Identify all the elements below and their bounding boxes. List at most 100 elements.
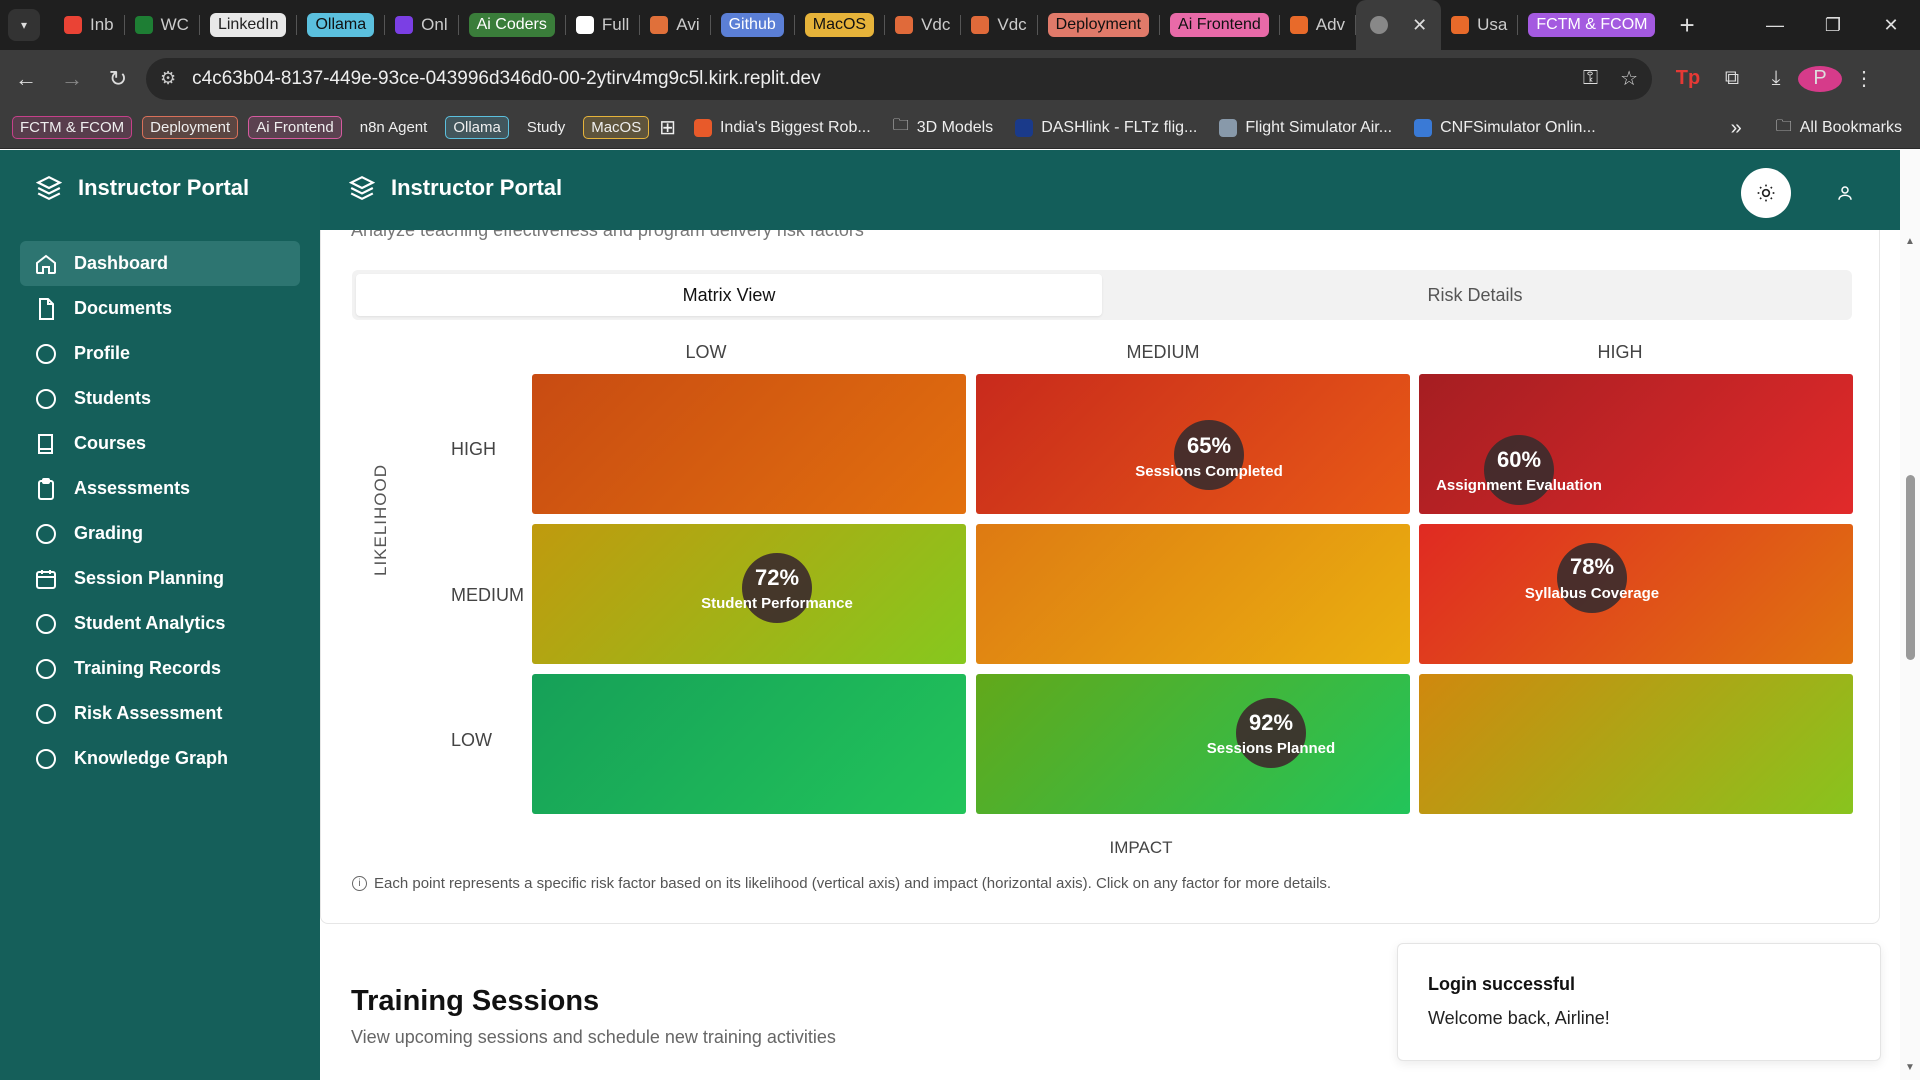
new-tab-button[interactable]: + <box>1679 10 1694 41</box>
tab-favicon-icon <box>395 16 414 34</box>
more-bookmarks-icon[interactable]: » <box>1731 117 1742 140</box>
bookmark-chip[interactable]: n8n Agent <box>352 116 436 139</box>
browser-tab[interactable]: Full <box>566 0 639 50</box>
header-brand[interactable]: Instructor Portal <box>349 175 562 201</box>
tab-favicon-icon <box>575 16 594 34</box>
browser-tab[interactable]: Usa <box>1441 0 1517 50</box>
address-bar[interactable]: ⚙ c4c63b04-8137-449e-93ce-043996d346d0-0… <box>146 57 1652 100</box>
matrix-footnote: i Each point represents a specific risk … <box>352 875 1331 892</box>
header-title: Instructor Portal <box>391 175 563 200</box>
all-bookmarks-link[interactable]: All Bookmarks <box>1800 119 1902 137</box>
bookmark-label: DASHlink - FLTz flig... <box>1041 118 1198 136</box>
scrollbar-thumb[interactable] <box>1906 475 1915 660</box>
risk-point-label: Student Performance <box>701 595 853 612</box>
browser-tab[interactable]: Adv <box>1280 0 1355 50</box>
sidebar-item-students[interactable]: Students <box>20 376 300 421</box>
matrix-cell-low-high[interactable] <box>1419 674 1853 814</box>
tab-risk-details[interactable]: Risk Details <box>1102 274 1848 316</box>
app-root: Instructor Portal Dashboard Documents Prof… <box>0 150 1920 1080</box>
browser-tab[interactable]: Avi <box>640 0 709 50</box>
profile-avatar[interactable]: P <box>1798 65 1842 92</box>
browser-tab[interactable]: Ai Frontend <box>1160 0 1279 50</box>
bookmark-link[interactable]: Flight Simulator Air... <box>1219 118 1392 137</box>
sidebar-item-label: Dashboard <box>74 253 169 273</box>
globe-icon <box>1370 16 1389 34</box>
scroll-down-arrow[interactable]: ▼ <box>1905 1062 1915 1073</box>
site-info-icon[interactable]: ⚙ <box>160 68 176 89</box>
minimize-button[interactable]: — <box>1746 0 1804 50</box>
tab-favicon-icon <box>971 16 990 34</box>
tab-label: Inb <box>90 15 114 34</box>
extensions-icon[interactable]: ⧉ <box>1710 67 1754 90</box>
user-menu-button[interactable] <box>1830 168 1860 218</box>
tab-search-button[interactable]: ▾ <box>8 9 40 41</box>
sidebar-item-courses[interactable]: Courses <box>20 421 300 466</box>
login-toast[interactable]: Login successful Welcome back, Airline! <box>1397 943 1881 1061</box>
circle-icon <box>36 523 56 544</box>
sidebar-item-training-records[interactable]: Training Records <box>20 646 300 691</box>
sidebar-item-grading[interactable]: Grading <box>20 511 300 556</box>
matrix-cell-medium-medium[interactable] <box>976 524 1410 664</box>
document-icon <box>39 297 54 320</box>
sidebar-item-student-analytics[interactable]: Student Analytics <box>20 601 300 646</box>
browser-tab[interactable]: MacOS <box>795 0 884 50</box>
bookmark-label: n8n Agent <box>359 119 428 136</box>
browser-tab[interactable]: Inb <box>54 0 124 50</box>
browser-tab[interactable]: Onl <box>385 0 457 50</box>
sidebar-item-session-planning[interactable]: Session Planning <box>20 556 300 601</box>
url-text[interactable]: c4c63b04-8137-449e-93ce-043996d346d0-00-… <box>192 68 1561 90</box>
tab-favicon-icon <box>134 16 153 34</box>
matrix-cell-high-low[interactable] <box>532 374 966 514</box>
tab-label: Ollama <box>307 13 375 37</box>
theme-toggle-button[interactable] <box>1741 168 1791 218</box>
bookmark-chip[interactable]: Study <box>519 116 573 139</box>
sidebar-item-knowledge-graph[interactable]: Knowledge Graph <box>20 736 300 781</box>
bookmark-chip[interactable]: Ai Frontend <box>248 116 342 139</box>
toast-title: Login successful <box>1428 974 1576 994</box>
bookmark-link[interactable]: DASHlink - FLTz flig... <box>1015 118 1198 137</box>
bookmark-chip[interactable]: FCTM & FCOM <box>12 116 133 139</box>
sidebar-item-assessments[interactable]: Assessments <box>20 466 300 511</box>
sidebar-item-documents[interactable]: Documents <box>20 286 300 331</box>
forward-button[interactable]: → <box>52 59 92 99</box>
bookmark-chip[interactable]: Ollama <box>445 116 509 139</box>
sidebar-item-label: Documents <box>74 298 173 318</box>
bookmark-link[interactable]: 🗀 3D Models <box>893 114 994 141</box>
close-tab-icon[interactable]: ✕ <box>1412 15 1427 36</box>
sidebar-brand[interactable]: Instructor Portal <box>36 175 249 201</box>
browser-tab[interactable]: FCTM & FCOM <box>1518 0 1665 50</box>
matrix-cell-low-low[interactable] <box>532 674 966 814</box>
sidebar-item-profile[interactable]: Profile <box>20 331 300 376</box>
bookmark-star-icon[interactable]: ☆ <box>1620 66 1638 91</box>
risk-point-pct: 72% <box>754 565 800 590</box>
back-button[interactable]: ← <box>6 59 46 99</box>
apps-grid-icon[interactable]: ⊞ <box>659 115 676 140</box>
tab-matrix-view[interactable]: Matrix View <box>356 274 1102 316</box>
browser-tab[interactable]: Vdc <box>885 0 960 50</box>
browser-tab[interactable]: Deployment <box>1038 0 1159 50</box>
active-browser-tab[interactable]: ✕ <box>1356 0 1442 50</box>
browser-menu-icon[interactable]: ⋮ <box>1842 66 1886 91</box>
reload-button[interactable]: ↻ <box>98 59 138 99</box>
browser-tab[interactable]: LinkedIn <box>200 0 297 50</box>
close-window-button[interactable]: ✕ <box>1862 0 1920 50</box>
browser-tab[interactable]: Github <box>711 0 794 50</box>
likelihood-axis-label: LIKELIHOOD <box>371 463 390 576</box>
sidebar-item-risk-assessment[interactable]: Risk Assessment <box>20 691 300 736</box>
browser-tab[interactable]: Ai Coders <box>459 0 565 50</box>
browser-tab[interactable]: Ollama <box>297 0 384 50</box>
extension-tp-icon[interactable]: Tp <box>1666 67 1710 90</box>
downloads-icon[interactable]: ⤓ <box>1754 67 1798 90</box>
sidebar-item-dashboard[interactable]: Dashboard <box>20 241 300 286</box>
bookmark-chip[interactable]: MacOS <box>583 116 650 139</box>
sidebar-item-label: Knowledge Graph <box>74 748 229 768</box>
bookmark-link[interactable]: CNFSimulator Onlin... <box>1414 118 1596 137</box>
scroll-up-arrow[interactable]: ▲ <box>1905 236 1915 247</box>
password-key-icon[interactable]: ⚿ <box>1583 67 1598 90</box>
bookmark-chip[interactable]: Deployment <box>142 116 239 139</box>
bookmark-link[interactable]: India's Biggest Rob... <box>693 118 871 137</box>
restore-button[interactable]: ❐ <box>1804 0 1862 50</box>
browser-tab[interactable]: Vdc <box>961 0 1036 50</box>
page-scrollbar[interactable]: ▲ ▼ <box>1900 150 1920 1080</box>
browser-tab[interactable]: WC <box>125 0 199 50</box>
